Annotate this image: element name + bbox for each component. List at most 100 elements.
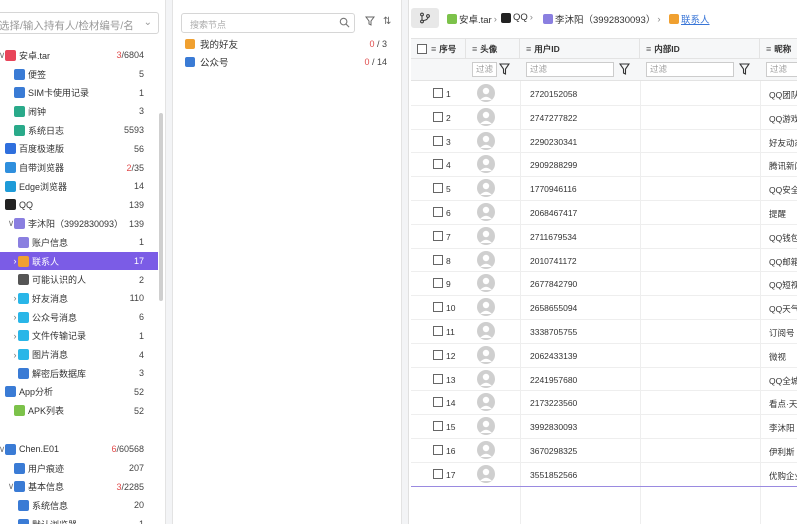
chevron-down-icon[interactable]: ⌄ <box>144 17 152 28</box>
row-checkbox[interactable] <box>433 278 443 289</box>
row-seq: 1 <box>446 89 451 99</box>
column-menu-icon[interactable]: ≡ <box>526 44 531 54</box>
breadcrumb-item[interactable]: QQ › <box>501 12 535 23</box>
tree-item[interactable]: › 好友消息 110 <box>0 289 158 308</box>
node-item[interactable]: 我的好友 0 / 3 <box>181 35 395 53</box>
tree-item[interactable]: 系统信息 20 <box>0 496 158 515</box>
column-header-nickname[interactable]: ≡ 昵称 <box>760 39 797 59</box>
sort-icon[interactable]: ⇅ <box>383 16 391 27</box>
row-nickname: 好友动态 <box>769 137 797 148</box>
tree-item[interactable]: 自带浏览器 2/35 <box>0 158 158 177</box>
tree-item[interactable]: APK列表 52 <box>0 401 158 420</box>
tree-item[interactable]: ∨Chen.E016/60568 <box>0 440 158 459</box>
column-header-avatar[interactable]: ≡ 头像 <box>466 39 520 59</box>
tree-item[interactable]: Edge浏览器 14 <box>0 177 158 196</box>
breadcrumb-item[interactable]: 联系人 <box>669 12 710 26</box>
tree-item[interactable]: 账户信息 1 <box>0 233 158 252</box>
node-item[interactable]: 公众号 0 / 14 <box>181 53 395 71</box>
row-checkbox[interactable] <box>433 349 443 360</box>
row-checkbox[interactable] <box>433 135 443 146</box>
apk-icon <box>14 405 25 417</box>
row-checkbox[interactable] <box>433 421 443 432</box>
row-checkbox[interactable] <box>433 111 443 122</box>
breadcrumb-item[interactable]: 李沐阳（3992830093） › <box>543 12 663 26</box>
branch-button[interactable] <box>411 8 439 28</box>
column-header-internal-id[interactable]: ≡ 内部ID <box>640 39 760 59</box>
tree-item[interactable]: 解密后数据库 3 <box>0 364 158 383</box>
tree-item-count: 1 <box>139 88 144 98</box>
header-select-all-checkbox[interactable] <box>417 44 427 54</box>
table-row[interactable]: 3 2290230341 好友动态 <box>411 130 797 154</box>
row-checkbox[interactable] <box>433 326 443 336</box>
row-checkbox[interactable] <box>433 397 443 408</box>
filter-icon[interactable] <box>619 63 630 75</box>
row-checkbox[interactable] <box>433 230 443 241</box>
column-menu-icon[interactable]: ≡ <box>766 44 771 54</box>
filter-icon[interactable] <box>365 16 375 29</box>
tree-item[interactable]: ∨ 基本信息 3/2285 <box>0 477 158 496</box>
tree-item[interactable]: 便签 5 <box>0 65 158 84</box>
table-row[interactable]: 8 2010741172 QQ邮箱 <box>411 249 797 273</box>
column-menu-icon[interactable]: ≡ <box>431 44 436 54</box>
row-checkbox[interactable] <box>433 88 443 98</box>
avatar-filter-input[interactable]: 过滤 <box>472 62 497 77</box>
row-checkbox[interactable] <box>433 373 443 384</box>
column-menu-icon[interactable]: ≡ <box>472 44 477 54</box>
tree-item[interactable]: 百度极速版 56 <box>0 140 158 159</box>
row-checkbox[interactable] <box>433 207 443 217</box>
table-row[interactable]: 12 2062433139 微视 <box>411 344 797 368</box>
row-checkbox[interactable] <box>433 468 443 479</box>
tree-item[interactable]: 可能认识的人 2 <box>0 270 158 289</box>
tree-item-count: 1 <box>139 331 144 341</box>
user-id-filter-input[interactable]: 过滤 <box>526 62 614 77</box>
row-checkbox[interactable] <box>433 159 443 170</box>
breadcrumb-item[interactable]: 安卓.tar › <box>447 12 499 26</box>
row-user-id: 3338705755 <box>530 327 578 337</box>
tree-item[interactable]: ∨ 李沐阳（3992830093） 139 <box>0 214 158 233</box>
tree-item[interactable]: › 公众号消息 6 <box>0 308 158 327</box>
tree-item-count: 3/6804 <box>116 50 144 60</box>
table-row[interactable]: 4 2909288299 腾讯新闻 <box>411 153 797 178</box>
evidence-selector[interactable]: 选择/输入持有人/检材编号/名 ⌄ <box>0 12 159 34</box>
table-row[interactable]: 6 2068467417 提醒 <box>411 201 797 225</box>
row-checkbox[interactable] <box>433 254 443 265</box>
table-row[interactable]: 14 2173223560 看点·天 <box>411 391 797 416</box>
tree-item[interactable]: › 联系人 17 <box>0 251 158 271</box>
table-row[interactable]: 7 2711679534 QQ钱包 <box>411 225 797 249</box>
tree-item[interactable]: SIM卡使用记录 1 <box>0 83 158 102</box>
nickname-filter-input[interactable]: 过滤 <box>766 62 797 77</box>
avatar <box>477 393 495 412</box>
row-checkbox[interactable] <box>433 302 443 313</box>
tree-item[interactable]: 默认浏览器 1 <box>0 515 158 524</box>
table-row[interactable]: 17 3551852566 优购企业 <box>411 463 797 487</box>
table-row[interactable]: 1 2720152058 QQ团队 <box>411 82 797 106</box>
tree-item[interactable]: App分析 52 <box>0 383 158 402</box>
column-header-user-id[interactable]: ≡ 用户ID <box>520 39 640 59</box>
table-row[interactable]: 2 2747277822 QQ游戏 <box>411 106 797 130</box>
tree-item[interactable]: › 文件传输记录 1 <box>0 327 158 346</box>
node-search-input[interactable]: 搜索节点 <box>181 13 355 33</box>
tree-item[interactable]: 系统日志 5593 <box>0 121 158 140</box>
internal-id-filter-input[interactable]: 过滤 <box>646 62 734 77</box>
table-row[interactable]: 13 2241957680 QQ全城 <box>411 368 797 392</box>
table-row[interactable]: 15 3992830093 李沐阳 <box>411 415 797 439</box>
table-row[interactable]: 9 2677842790 QQ短视 <box>411 272 797 297</box>
row-seq: 6 <box>446 208 451 218</box>
scrollbar-thumb[interactable] <box>159 113 163 301</box>
search-icon[interactable] <box>339 17 350 28</box>
tree-item[interactable]: 用户痕迹 207 <box>0 459 158 478</box>
tree-item[interactable]: 闹钟 3 <box>0 102 158 121</box>
filter-icon[interactable] <box>739 63 750 75</box>
tree-item[interactable]: QQ 139 <box>0 196 158 215</box>
table-row[interactable]: 5 1770946116 QQ安全 <box>411 177 797 201</box>
column-header-seq[interactable]: ≡ 序号 <box>411 39 466 59</box>
row-checkbox[interactable] <box>433 445 443 455</box>
table-row[interactable]: 16 3670298325 伊利斯 <box>411 439 797 463</box>
tree-item[interactable]: › 图片消息 4 <box>0 345 158 364</box>
row-checkbox[interactable] <box>433 183 443 194</box>
tree-item[interactable]: ∨安卓.tar3/6804 <box>0 46 158 65</box>
table-row[interactable]: 11 3338705755 订阅号 <box>411 320 797 344</box>
filter-icon[interactable] <box>499 63 510 75</box>
column-menu-icon[interactable]: ≡ <box>646 44 651 54</box>
table-row[interactable]: 10 2658655094 QQ天气 <box>411 296 797 320</box>
